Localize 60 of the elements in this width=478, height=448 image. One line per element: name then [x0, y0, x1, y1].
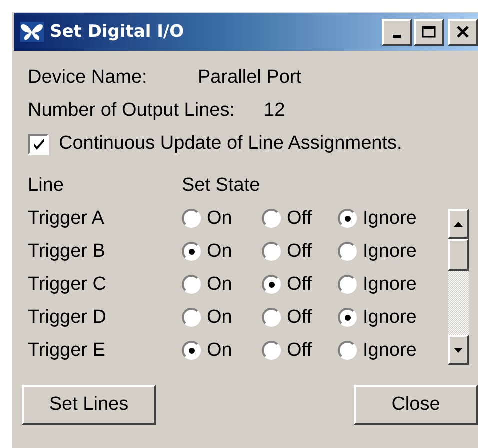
window-title: Set Digital I/O	[50, 22, 186, 42]
radio-button[interactable]	[338, 275, 357, 294]
up-arrow-icon	[454, 222, 463, 226]
radio-label: On	[207, 274, 232, 296]
device-name-label: Device Name:	[28, 66, 148, 88]
device-name-value: Parallel Port	[198, 66, 302, 88]
minimize-button[interactable]	[382, 18, 412, 46]
scrollbar[interactable]	[448, 209, 469, 365]
radio-button[interactable]	[262, 341, 281, 360]
radio-label: Off	[287, 306, 312, 328]
radio-label: On	[207, 208, 232, 230]
line-name: Trigger E	[28, 340, 106, 362]
radio-label: On	[207, 240, 232, 262]
radio-label: On	[207, 340, 232, 362]
maximize-button[interactable]	[414, 18, 444, 46]
close-button[interactable]	[448, 18, 478, 46]
checkbox-label: Continuous Update of Line Assignments.	[59, 133, 402, 155]
radio-button[interactable]	[182, 209, 201, 228]
radio-label: Ignore	[363, 208, 417, 230]
line-name: Trigger C	[28, 274, 108, 296]
checkbox[interactable]	[28, 134, 49, 154]
radio-label: Off	[287, 240, 312, 262]
down-arrow-icon	[454, 348, 463, 352]
check-icon	[32, 137, 46, 151]
radio-button[interactable]	[262, 308, 281, 327]
scroll-down-button[interactable]	[448, 335, 469, 365]
column-header: Line	[28, 174, 65, 196]
radio-label: Ignore	[363, 240, 417, 262]
radio-button[interactable]	[182, 308, 201, 327]
radio-button[interactable]	[262, 242, 281, 261]
radio-button[interactable]	[338, 308, 357, 327]
radio-label: On	[207, 306, 232, 328]
minimize-icon	[393, 34, 401, 38]
radio-button[interactable]	[262, 275, 281, 294]
butterfly-icon	[20, 22, 44, 42]
output-lines-label: Number of Output Lines:	[28, 100, 236, 122]
radio-button[interactable]	[182, 341, 201, 360]
line-name: Trigger D	[28, 306, 108, 328]
radio-label: Off	[287, 274, 312, 296]
radio-button[interactable]	[338, 209, 357, 228]
radio-button[interactable]	[338, 341, 357, 360]
radio-label: Off	[287, 208, 312, 230]
line-name: Trigger B	[28, 240, 106, 262]
close-dialog-button[interactable]: Close	[354, 385, 478, 425]
output-lines-value: 12	[264, 100, 286, 122]
radio-label: Ignore	[363, 340, 417, 362]
radio-button[interactable]	[262, 209, 281, 228]
line-name: Trigger A	[28, 208, 106, 230]
radio-button[interactable]	[182, 242, 201, 261]
maximize-icon	[422, 26, 436, 38]
radio-button[interactable]	[338, 242, 357, 261]
scroll-up-button[interactable]	[448, 209, 469, 239]
radio-button[interactable]	[182, 275, 201, 294]
radio-label: Ignore	[363, 306, 417, 328]
set-lines-button[interactable]: Set Lines	[22, 385, 156, 425]
scroll-thumb[interactable]	[448, 239, 469, 271]
close-icon	[456, 26, 470, 38]
radio-label: Ignore	[363, 274, 417, 296]
radio-label: Off	[287, 340, 312, 362]
column-header: Set State	[182, 174, 260, 196]
